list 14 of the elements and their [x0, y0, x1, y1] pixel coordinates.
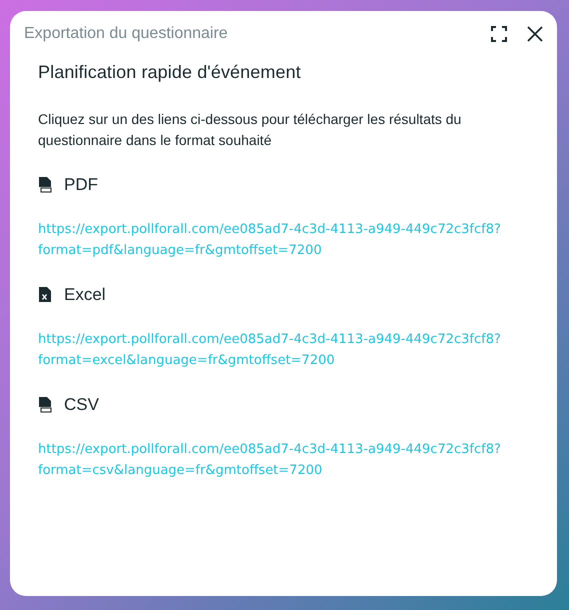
- instructions-text: Cliquez sur un des liens ci-dessous pour télécharger les résultats du questionnaire dans le format souhaité: [38, 110, 462, 150]
- excel-file-icon: [38, 287, 52, 303]
- csv-file-icon: [38, 397, 52, 413]
- survey-heading: Planification rapide d'événement: [38, 62, 302, 83]
- download-link[interactable]: https://export.pollforall.com/ee085ad7-4c3d-4113-a949-449c72c3fcf8?format=pdf&language=fr&gmtoffset=7200: [38, 219, 518, 261]
- format-label: Excel: [64, 285, 106, 305]
- format-label: PDF: [64, 175, 98, 195]
- format-label: CSV: [64, 395, 99, 415]
- download-link[interactable]: https://export.pollforall.com/ee085ad7-4c3d-4113-a949-449c72c3fcf8?format=excel&language=fr&gmtoffset=7200: [38, 329, 518, 371]
- dialog-title: Exportation du questionnaire: [24, 25, 229, 43]
- pdf-file-icon: [38, 177, 52, 193]
- fullscreen-button[interactable]: [491, 26, 507, 42]
- close-button[interactable]: [527, 26, 543, 42]
- download-link[interactable]: https://export.pollforall.com/ee085ad7-4c3d-4113-a949-449c72c3fcf8?format=csv&language=fr&gmtoffset=7200: [38, 439, 518, 481]
